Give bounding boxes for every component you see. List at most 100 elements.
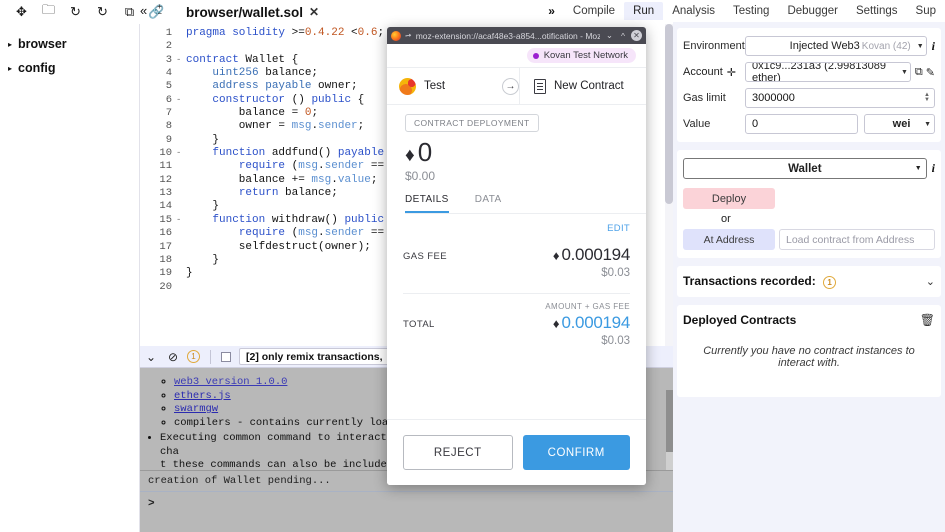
gaslimit-input[interactable]: 3000000 ▲ ▼: [745, 88, 935, 108]
line-number: 20: [159, 280, 172, 293]
reject-button[interactable]: REJECT: [403, 435, 513, 470]
value-label: Value: [683, 118, 711, 130]
zoom-out-icon[interactable]: −: [157, 10, 162, 18]
copy-gist-icon[interactable]: ↻: [89, 3, 116, 21]
pin-icon[interactable]: ➚: [403, 30, 414, 41]
fold-toggle-icon[interactable]: -: [176, 54, 186, 67]
network-badge[interactable]: Kovan Test Network: [526, 48, 636, 63]
at-address-button[interactable]: At Address: [683, 229, 775, 250]
tree-item-config[interactable]: ▸ config: [0, 56, 139, 80]
total-fiat: $0.03: [601, 335, 630, 347]
transactions-recorded-card[interactable]: Transactions recorded: 1 ⌄: [677, 266, 941, 297]
line-number: 13: [159, 187, 172, 200]
value-input[interactable]: 0: [745, 114, 859, 134]
scrollbar-thumb[interactable]: [665, 24, 673, 204]
fold-toggle-icon: [176, 160, 186, 173]
tab-debugger[interactable]: Debugger: [778, 2, 847, 20]
fold-toggle-icon: [176, 267, 186, 280]
fold-toggle-icon: [176, 107, 186, 120]
file-tab-wallet-sol[interactable]: browser/wallet.sol ✕: [178, 0, 327, 24]
link-ethers[interactable]: ethers.js: [174, 390, 231, 402]
scrollbar-thumb[interactable]: [666, 390, 673, 452]
code-text: }: [186, 200, 220, 213]
gaslimit-row: Gas limit 3000000 ▲ ▼: [683, 88, 935, 108]
value-row: Value 0 wei ▼: [683, 114, 935, 134]
transaction-filter-select[interactable]: [2] only remix transactions,: [239, 348, 390, 365]
edit-gas-link[interactable]: EDIT: [403, 223, 630, 234]
to-target: New Contract: [519, 67, 646, 105]
fold-toggle-icon: [176, 254, 186, 267]
tab-run[interactable]: Run: [624, 2, 664, 20]
tab-testing[interactable]: Testing: [724, 2, 778, 20]
close-icon[interactable]: ✕: [309, 5, 319, 19]
chevron-down-icon[interactable]: ⌄: [926, 275, 935, 288]
link-swarmgw[interactable]: swarmgw: [174, 403, 218, 415]
tab-details[interactable]: DETAILS: [405, 194, 449, 213]
or-separator: or: [721, 213, 731, 225]
line-number: 12: [159, 173, 172, 186]
tab-settings[interactable]: Settings: [847, 2, 907, 20]
line-number: 8: [165, 120, 172, 133]
environment-row: Environment Injected Web3 Kovan (42) ▼ i: [683, 36, 935, 56]
link-web3[interactable]: web3 version 1.0.0: [174, 376, 287, 388]
contract-select[interactable]: Wallet ▼: [683, 158, 927, 179]
number-stepper[interactable]: ▲ ▼: [924, 92, 930, 103]
minimize-icon[interactable]: ⌄: [604, 30, 615, 41]
deployed-contracts-card: Deployed Contracts 🗑 Currently you have …: [677, 305, 941, 397]
code-text: pragma solidity >=0.4.22 <0.6;: [186, 27, 385, 39]
tab-data[interactable]: DATA: [475, 194, 502, 213]
tree-item-browser[interactable]: ▸ browser: [0, 32, 139, 56]
font-size-controls[interactable]: + −: [157, 3, 162, 18]
environment-network: Kovan (42): [861, 40, 911, 52]
collapse-panel-icon[interactable]: «: [140, 4, 147, 17]
trash-icon[interactable]: 🗑: [920, 313, 935, 327]
chevron-down-icon: ▼: [900, 68, 908, 76]
line-number: 11: [159, 160, 172, 173]
from-account[interactable]: Test: [387, 68, 511, 105]
info-icon[interactable]: i: [932, 39, 935, 54]
publish-gist-icon[interactable]: ↻: [62, 3, 89, 21]
add-account-icon[interactable]: ✛: [727, 66, 736, 79]
close-icon[interactable]: ✕: [631, 30, 642, 41]
terminal-prompt[interactable]: >: [140, 492, 673, 532]
code-text: contract Wallet {: [186, 53, 299, 66]
transactions-recorded-label: Transactions recorded: 1: [683, 274, 837, 289]
open-folder-icon[interactable]: 🗀: [35, 2, 62, 21]
info-icon[interactable]: i: [932, 161, 935, 176]
transaction-type-badge: CONTRACT DEPLOYMENT: [405, 114, 539, 132]
environment-select[interactable]: Injected Web3 Kovan (42) ▼: [745, 36, 927, 56]
code-text: }: [186, 267, 193, 280]
maximize-icon[interactable]: ^: [619, 31, 627, 41]
copy-folder-icon[interactable]: ⧉: [116, 3, 143, 21]
fold-toggle-icon: [176, 227, 186, 240]
chevron-down-icon[interactable]: ⌄: [140, 350, 162, 364]
pending-text: creation of Wallet pending...: [148, 475, 331, 487]
value-unit-select[interactable]: wei ▼: [864, 114, 935, 134]
firefox-titlebar: ➚ moz-extension://acaf48e3-a854...otific…: [387, 27, 646, 44]
clear-console-icon[interactable]: ⊘: [162, 350, 184, 364]
value-value: 0: [752, 118, 759, 130]
at-address-input[interactable]: Load contract from Address: [779, 229, 935, 250]
fold-toggle-icon[interactable]: -: [176, 214, 186, 227]
listen-network-checkbox[interactable]: [221, 351, 231, 362]
fold-toggle-icon[interactable]: -: [176, 94, 186, 107]
tab-compile[interactable]: Compile: [564, 2, 624, 20]
confirm-button[interactable]: CONFIRM: [522, 435, 630, 470]
gas-fee-label: GAS FEE: [403, 251, 447, 262]
gas-fee-amount: 0.000194: [561, 245, 630, 264]
fold-toggle-icon[interactable]: -: [176, 147, 186, 160]
window-title: moz-extension://acaf48e3-a854...otificat…: [415, 30, 600, 41]
arrow-right-icon: →: [502, 77, 519, 95]
editor-vertical-scrollbar[interactable]: [665, 24, 673, 346]
tab-analysis[interactable]: Analysis: [663, 2, 724, 20]
transactions-recorded-header: Transactions recorded: 1 ⌄: [683, 274, 935, 289]
tab-support[interactable]: Sup: [907, 2, 945, 20]
action-footer: REJECT CONFIRM: [387, 419, 646, 485]
deploy-button[interactable]: Deploy: [683, 188, 775, 209]
sign-message-icon[interactable]: ✎: [926, 66, 935, 79]
add-file-icon[interactable]: ✥: [8, 3, 35, 21]
chevron-right-icon[interactable]: »: [539, 4, 564, 18]
copy-icon[interactable]: ⧉: [915, 66, 923, 79]
account-select[interactable]: 0x1c9...231a3 (2.99813089 ether) ▼: [745, 62, 911, 82]
top-toolbar: ✥ 🗀 ↻ ↻ ⧉ 🔗 « + − browser/wallet.sol ✕ »…: [0, 0, 945, 24]
